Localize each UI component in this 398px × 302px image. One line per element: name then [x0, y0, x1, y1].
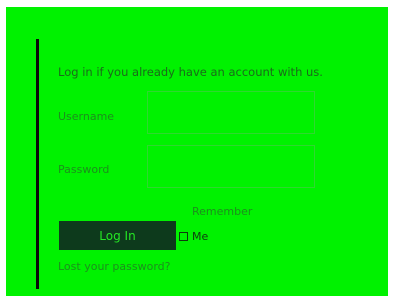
lost-password-link[interactable]: Lost your password? [58, 260, 171, 273]
username-label: Username [58, 110, 115, 123]
username-field[interactable] [147, 91, 315, 134]
left-divider [36, 39, 39, 289]
remember-me-label-bottom: Me [192, 230, 209, 243]
remember-me-label-top: Remember [192, 205, 253, 218]
password-field[interactable] [147, 145, 315, 188]
remember-me-checkbox[interactable] [179, 232, 188, 241]
password-label: Password [58, 163, 110, 176]
login-intro-text: Log in if you already have an account wi… [58, 65, 323, 79]
login-panel: Log in if you already have an account wi… [6, 7, 388, 296]
login-button[interactable]: Log In [59, 221, 176, 250]
